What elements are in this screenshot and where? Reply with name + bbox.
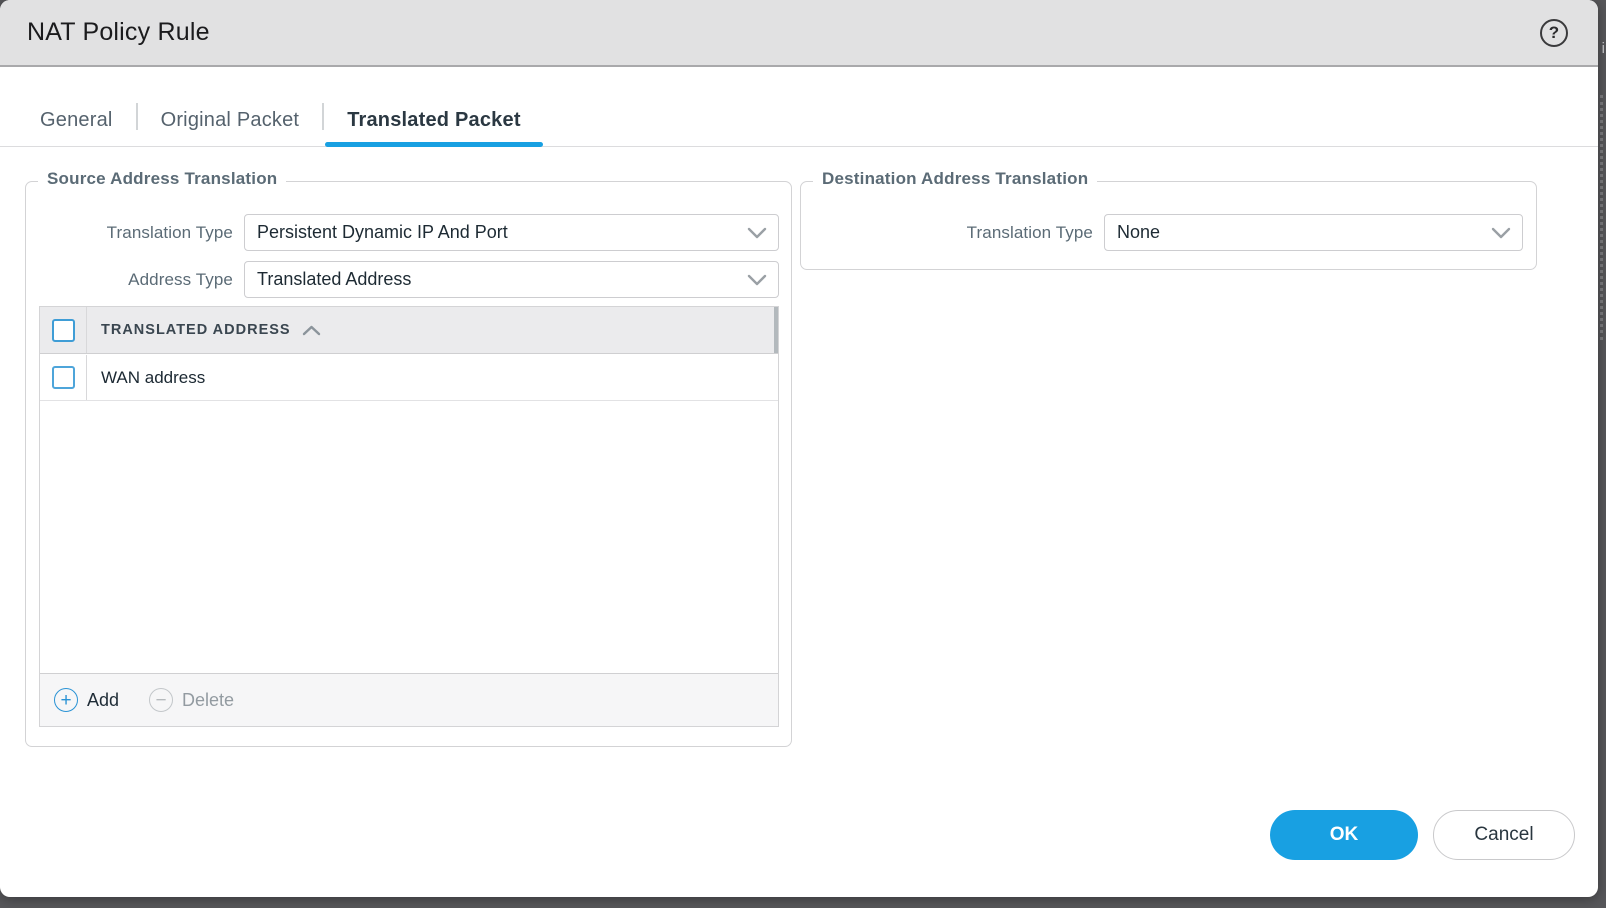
destination-address-translation-legend: Destination Address Translation — [813, 169, 1097, 189]
dialog-title: NAT Policy Rule — [27, 18, 210, 47]
sort-ascending-icon — [302, 325, 321, 336]
dialog-titlebar: NAT Policy Rule ? — [0, 0, 1598, 67]
select-all-checkbox[interactable] — [52, 319, 75, 342]
translated-address-cell: WAN address — [87, 368, 205, 388]
ok-button[interactable]: OK — [1270, 810, 1418, 860]
obscured-page-dotted-edge — [1600, 95, 1603, 340]
table-row[interactable]: WAN address — [40, 355, 778, 401]
table-footer-toolbar: + Add − Delete — [40, 673, 778, 726]
add-button-label: Add — [87, 690, 119, 711]
dialog-actions: OK Cancel — [0, 810, 1598, 860]
dest-translation-type-value: None — [1117, 222, 1160, 243]
tab-divider — [136, 103, 138, 130]
translated-address-column-header[interactable]: TRANSLATED ADDRESS — [87, 322, 321, 338]
minus-glyph: − — [155, 691, 166, 710]
source-translation-type-value: Persistent Dynamic IP And Port — [257, 222, 508, 243]
plus-circle-icon: + — [54, 688, 78, 712]
nat-policy-rule-dialog: NAT Policy Rule ? General Original Packe… — [0, 0, 1598, 897]
address-type-value: Translated Address — [257, 269, 411, 290]
address-type-select[interactable]: Translated Address — [244, 261, 779, 298]
destination-address-translation-group: Destination Address Translation Translat… — [800, 181, 1537, 270]
chevron-down-icon — [747, 227, 767, 239]
delete-button[interactable]: − Delete — [149, 688, 234, 712]
minus-circle-icon: − — [149, 688, 173, 712]
plus-glyph: + — [60, 691, 71, 710]
tab-general[interactable]: General — [40, 109, 113, 132]
tab-divider — [322, 103, 324, 130]
tab-bar: General Original Packet Translated Packe… — [0, 69, 1598, 147]
source-address-translation-legend: Source Address Translation — [38, 169, 286, 189]
column-header-label: TRANSLATED ADDRESS — [101, 322, 291, 338]
help-icon[interactable]: ? — [1540, 19, 1568, 47]
dest-translation-type-label: Translation Type — [801, 223, 1104, 243]
add-button[interactable]: + Add — [54, 688, 119, 712]
translated-address-table: TRANSLATED ADDRESS WAN address + Add — [39, 306, 779, 727]
translation-type-label: Translation Type — [26, 223, 244, 243]
header-checkbox-cell — [40, 307, 87, 353]
chevron-down-icon — [1491, 227, 1511, 239]
address-type-label: Address Type — [26, 270, 244, 290]
source-address-translation-group: Source Address Translation Translation T… — [25, 181, 792, 747]
table-header-row: TRANSLATED ADDRESS — [40, 307, 778, 354]
tab-original-packet[interactable]: Original Packet — [161, 109, 300, 132]
source-translation-type-select[interactable]: Persistent Dynamic IP And Port — [244, 214, 779, 251]
help-glyph: ? — [1549, 23, 1559, 43]
row-checkbox[interactable] — [52, 366, 75, 389]
row-checkbox-cell — [40, 355, 87, 400]
obscured-page-fragment: i — [1602, 40, 1605, 57]
chevron-down-icon — [747, 274, 767, 286]
dest-translation-type-select[interactable]: None — [1104, 214, 1523, 251]
cancel-button[interactable]: Cancel — [1433, 810, 1575, 860]
tab-translated-packet[interactable]: Translated Packet — [347, 109, 521, 132]
delete-button-label: Delete — [182, 690, 234, 711]
